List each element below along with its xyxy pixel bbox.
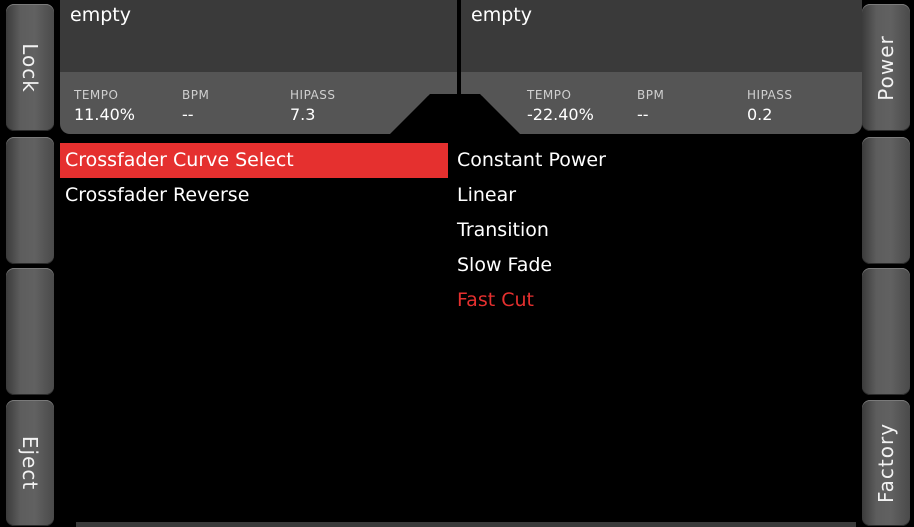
deck-a-hipass: HIPASS 7.3	[290, 88, 335, 124]
power-button[interactable]: Power	[862, 4, 910, 131]
deck-a-bpm: BPM --	[182, 88, 209, 124]
menu-item-crossfader-reverse[interactable]: Crossfader Reverse	[60, 178, 448, 213]
deck-a-bpm-label: BPM	[182, 88, 210, 102]
lock-button[interactable]: Lock	[6, 4, 54, 131]
center-notch	[388, 94, 522, 136]
option-transition[interactable]: Transition	[457, 213, 857, 248]
deck-b-track-title: empty	[471, 4, 532, 26]
menu-item-crossfader-curve-select[interactable]: Crossfader Curve Select	[60, 143, 448, 178]
deck-a-hipass-label: HIPASS	[290, 88, 336, 102]
factory-label: Factory	[874, 422, 898, 504]
eject-label: Eject	[18, 435, 42, 491]
deck-a-bpm-value: --	[182, 105, 194, 124]
deck-b-bpm-value: --	[637, 105, 649, 124]
deck-a-tempo-value: 11.40%	[74, 105, 136, 124]
bottom-scroll-track	[76, 522, 856, 527]
factory-button[interactable]: Factory	[862, 400, 910, 526]
settings-menu: Crossfader Curve Select Crossfader Rever…	[60, 143, 448, 213]
deck-a-hipass-value: 7.3	[290, 105, 316, 124]
deck-b-tempo-value: -22.40%	[527, 105, 594, 124]
option-list: Constant Power Linear Transition Slow Fa…	[457, 143, 857, 318]
deck-b-tempo-label: TEMPO	[527, 88, 572, 102]
right-soft-button-2[interactable]	[862, 137, 910, 264]
deck-a-track-area: empty	[60, 0, 457, 72]
right-soft-button-3[interactable]	[862, 268, 910, 395]
power-label: Power	[874, 34, 898, 101]
deck-b-hipass: HIPASS 0.2	[747, 88, 792, 124]
option-constant-power[interactable]: Constant Power	[457, 143, 857, 178]
deck-b-hipass-value: 0.2	[747, 105, 773, 124]
left-soft-button-3[interactable]	[6, 268, 54, 395]
deck-b-bpm-label: BPM	[637, 88, 665, 102]
deck-a-tempo: TEMPO 11.40%	[74, 88, 135, 124]
option-fast-cut[interactable]: Fast Cut	[457, 283, 857, 318]
deck-b-track-area: empty	[461, 0, 862, 72]
lock-label: Lock	[18, 42, 42, 93]
deck-a-track-title: empty	[70, 4, 131, 26]
left-soft-button-2[interactable]	[6, 137, 54, 264]
deck-a-tempo-label: TEMPO	[74, 88, 119, 102]
deck-b-hipass-label: HIPASS	[747, 88, 793, 102]
option-slow-fade[interactable]: Slow Fade	[457, 248, 857, 283]
option-linear[interactable]: Linear	[457, 178, 857, 213]
eject-button[interactable]: Eject	[6, 400, 54, 526]
deck-b-bpm: BPM --	[637, 88, 664, 124]
deck-b-tempo: TEMPO -22.40%	[527, 88, 594, 124]
